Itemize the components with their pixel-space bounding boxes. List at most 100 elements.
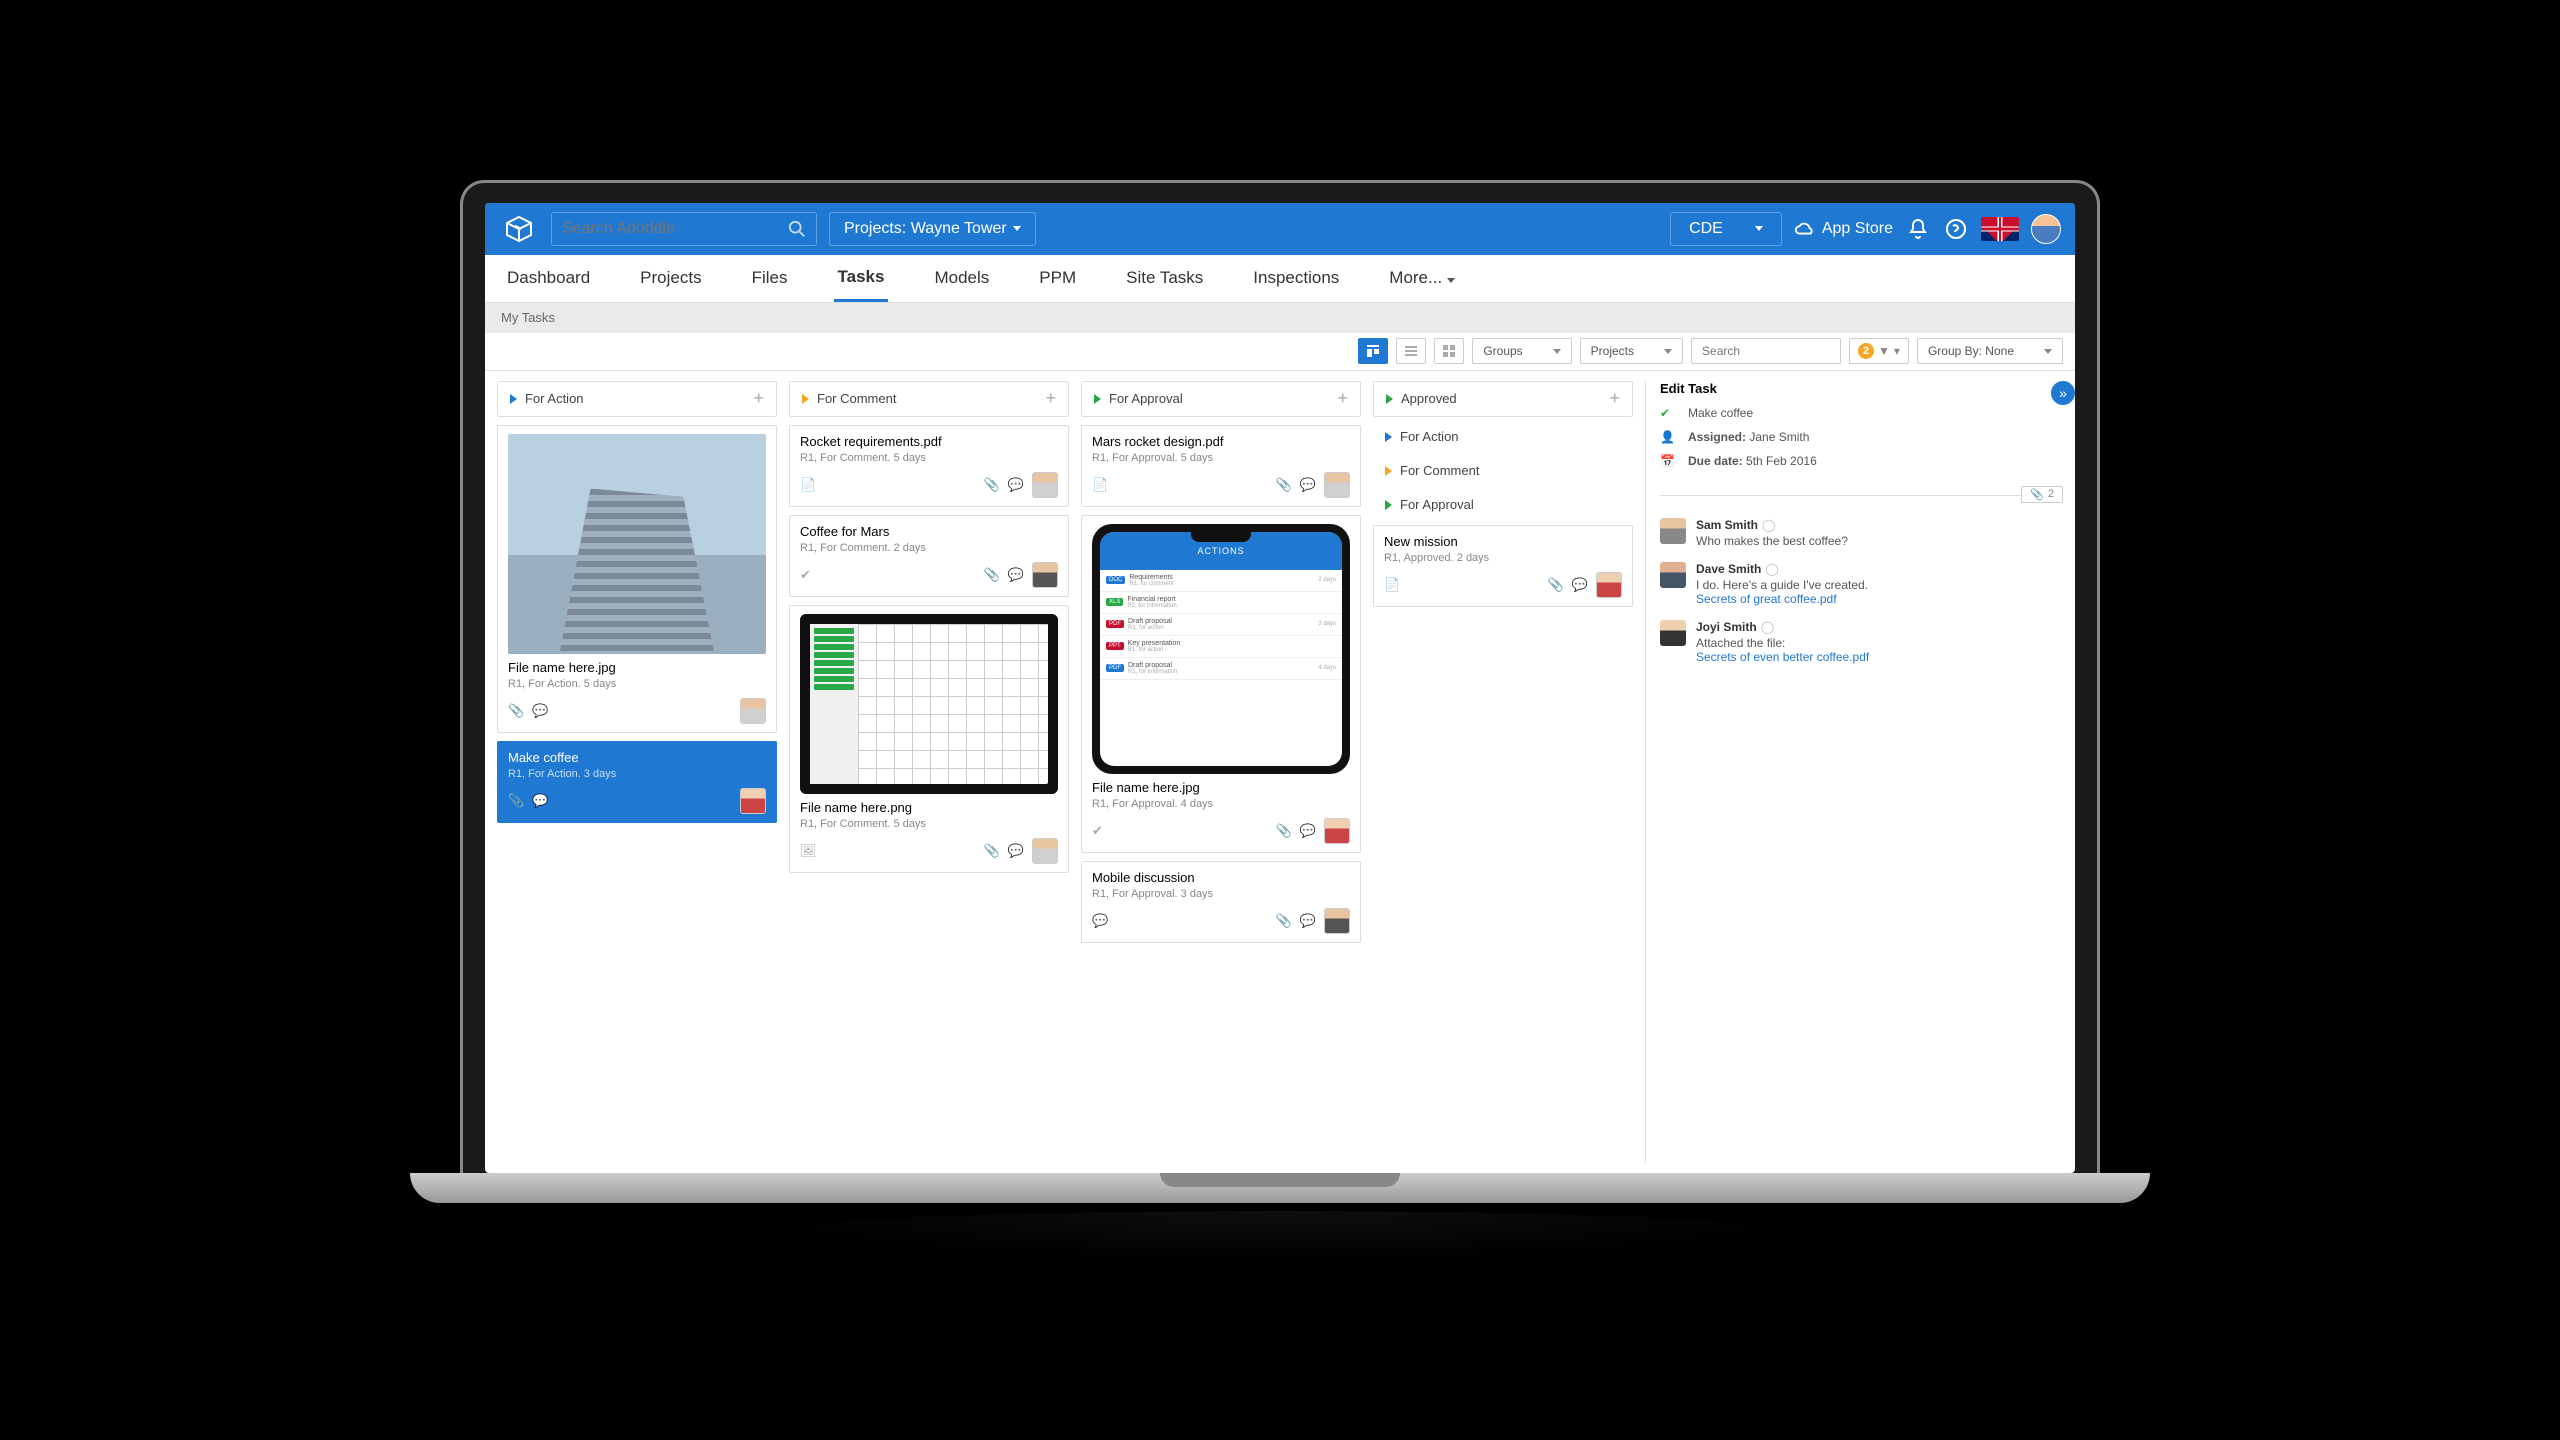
triangle-icon [1385,432,1392,442]
card-meta: R1, Approved. 2 days [1384,552,1622,564]
duedate-row: 📅 Due date: 5th Feb 2016 [1660,454,2063,468]
comment-item: Joyi Smith◯ Attached the file: Secrets o… [1660,620,2063,664]
assignee-avatar [1596,572,1622,598]
tab-dashboard[interactable]: Dashboard [503,256,594,300]
add-icon[interactable]: + [1045,388,1056,409]
help-icon[interactable] [1943,216,1969,242]
tab-more[interactable]: More... [1385,256,1459,300]
task-card[interactable]: New mission R1, Approved. 2 days 📄 📎 💬 [1373,525,1633,607]
attachment-link[interactable]: Secrets of great coffee.pdf [1696,592,1868,606]
toolbar: Groups Projects 2▼▾ Group By: None [485,333,2075,371]
column-for-action: For Action + File name here.jpg R1, For … [497,381,777,1163]
tab-projects[interactable]: Projects [636,256,705,300]
task-card[interactable]: Rocket requirements.pdf R1, For Comment.… [789,425,1069,507]
column-for-comment: For Comment + Rocket requirements.pdf R1… [789,381,1069,1163]
add-icon[interactable]: + [753,388,764,409]
assignee-avatar [740,788,766,814]
attachment-icon: 📎 [1276,913,1292,929]
task-title-row: ✔ Make coffee [1660,406,2063,420]
comment-item: Dave Smith◯ I do. Here's a guide I've cr… [1660,562,2063,606]
user-icon: 👤 [1660,430,1678,444]
collapse-panel-button[interactable]: » [2051,381,2075,405]
triangle-icon [1385,500,1392,510]
assignee-avatar [1032,562,1058,588]
card-title: File name here.jpg [508,660,766,675]
tab-models[interactable]: Models [930,256,993,300]
attachment-link[interactable]: Secrets of even better coffee.pdf [1696,650,1869,664]
column-header[interactable]: Approved + [1373,381,1633,417]
separator: 📎 2 [1660,478,2063,496]
view-grid-button[interactable] [1434,338,1464,364]
card-title: Rocket requirements.pdf [800,434,1058,449]
task-card[interactable]: File name here.png R1, For Comment. 5 da… [789,605,1069,873]
triangle-icon [1386,394,1393,404]
card-meta: R1, For Approval. 5 days [1092,452,1350,464]
file-icon: 📄 [1384,577,1400,593]
tab-site-tasks[interactable]: Site Tasks [1122,256,1207,300]
project-selector[interactable]: Projects: Wayne Tower [829,212,1036,246]
add-icon[interactable]: + [1337,388,1348,409]
bell-icon[interactable] [1905,216,1931,242]
tab-ppm[interactable]: PPM [1035,256,1080,300]
card-thumbnail [508,434,766,654]
task-card[interactable]: Coffee for Mars R1, For Comment. 2 days … [789,515,1069,597]
sub-header[interactable]: For Comment [1373,457,1633,485]
card-title: File name here.png [800,800,1058,815]
card-title: Coffee for Mars [800,524,1058,539]
card-meta: R1, For Comment. 5 days [800,818,1058,830]
project-selector-label: Projects: Wayne Tower [844,220,1007,238]
task-card[interactable]: ACTIONS DOCRequirementsR1, for comment2 … [1081,515,1361,853]
groups-dropdown[interactable]: Groups [1472,338,1571,364]
cde-selector[interactable]: CDE [1670,212,1782,246]
tab-inspections[interactable]: Inspections [1249,256,1343,300]
card-thumbnail: ACTIONS DOCRequirementsR1, for comment2 … [1092,524,1350,774]
commenter-avatar [1660,562,1686,588]
column-header[interactable]: For Comment + [789,381,1069,417]
assignee-avatar [1324,472,1350,498]
calendar-icon: 📅 [1660,454,1678,468]
app-logo-icon[interactable] [499,209,539,249]
comment-icon: 💬 [1300,823,1316,839]
search-input[interactable] [562,220,788,238]
comment-icon: 💬 [532,793,548,809]
tab-files[interactable]: Files [748,256,792,300]
tab-tasks[interactable]: Tasks [834,255,889,302]
check-circle-icon: ✔ [1660,406,1678,420]
file-icon: 📄 [1092,477,1108,493]
attachment-chip[interactable]: 📎 2 [2021,486,2063,503]
edit-task-panel: » Edit Task ✔ Make coffee 👤 Assigned: Ja… [1645,381,2063,1163]
groupby-dropdown[interactable]: Group By: None [1917,338,2063,364]
global-search[interactable] [551,212,817,246]
status-dot-icon: ◯ [1765,562,1778,576]
file-icon: 📄 [800,477,816,493]
breadcrumb: My Tasks [485,303,2075,333]
chevron-down-icon [2044,349,2052,354]
filter-badge[interactable]: 2▼▾ [1849,338,1909,364]
attachment-icon: 📎 [508,703,524,719]
sub-header[interactable]: For Approval [1373,491,1633,519]
card-title: Mars rocket design.pdf [1092,434,1350,449]
column-header[interactable]: For Action + [497,381,777,417]
view-list-button[interactable] [1396,338,1426,364]
task-card-selected[interactable]: Make coffee R1, For Action. 3 days 📎 💬 [497,741,777,823]
comment-item: Sam Smith◯ Who makes the best coffee? [1660,518,2063,548]
attachment-icon: 📎 [984,477,1000,493]
uk-flag-icon[interactable] [1981,217,2019,241]
appstore-button[interactable]: App Store [1794,220,1893,238]
user-avatar[interactable] [2031,214,2061,244]
task-card[interactable]: Mobile discussion R1, For Approval. 3 da… [1081,861,1361,943]
task-card[interactable]: Mars rocket design.pdf R1, For Approval.… [1081,425,1361,507]
column-header[interactable]: For Approval + [1081,381,1361,417]
column-for-approval: For Approval + Mars rocket design.pdf R1… [1081,381,1361,1163]
status-dot-icon: ◯ [1762,518,1775,532]
card-title: Mobile discussion [1092,870,1350,885]
comment-icon: 💬 [532,703,548,719]
board-search-input[interactable] [1691,338,1841,364]
sub-header[interactable]: For Action [1373,423,1633,451]
view-board-button[interactable] [1358,338,1388,364]
projects-dropdown[interactable]: Projects [1580,338,1683,364]
add-icon[interactable]: + [1609,388,1620,409]
task-card[interactable]: File name here.jpg R1, For Action. 5 day… [497,425,777,733]
column-approved: Approved + For Action For Comment For Ap… [1373,381,1633,1163]
comment-icon: 💬 [1008,477,1024,493]
